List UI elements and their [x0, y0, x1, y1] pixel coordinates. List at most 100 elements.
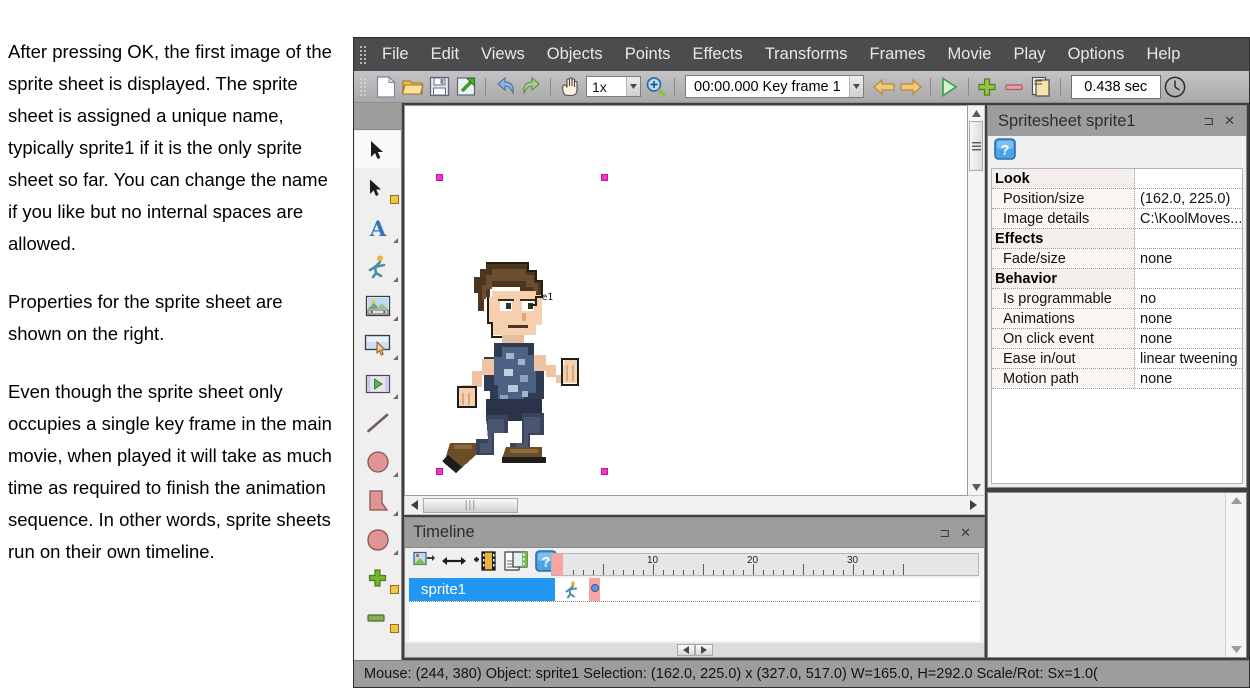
timeline-horizontal-scrollbar[interactable]: [405, 643, 984, 657]
new-document-icon[interactable]: [373, 74, 398, 99]
property-row-on-click-event[interactable]: On click event none: [992, 329, 1242, 349]
menu-objects[interactable]: Objects: [536, 43, 614, 66]
scroll-up-icon[interactable]: [1226, 493, 1246, 508]
scroll-left-icon[interactable]: [405, 500, 423, 510]
menu-points[interactable]: Points: [614, 43, 682, 66]
zoom-in-icon[interactable]: [643, 74, 668, 99]
vertical-scroll-track[interactable]: [968, 171, 984, 480]
ellipse-tool[interactable]: [354, 442, 401, 481]
redo-icon[interactable]: [519, 74, 544, 99]
property-value[interactable]: C:\KoolMoves...: [1135, 209, 1242, 228]
property-row-ease-in-out[interactable]: Ease in/out linear tweening: [992, 349, 1242, 369]
selection-handle-top-left[interactable]: [436, 174, 443, 181]
properties-close-button[interactable]: ✕: [1219, 113, 1240, 129]
timeline-ruler[interactable]: 10 20 30: [551, 553, 979, 576]
timeline-scroll-right-icon[interactable]: [694, 644, 713, 656]
properties-grid[interactable]: Look Position/size (162.0, 225.0) Image …: [991, 168, 1243, 484]
property-row-position-size[interactable]: Position/size (162.0, 225.0): [992, 189, 1242, 209]
timeline-layer-name[interactable]: sprite1: [409, 578, 555, 601]
subselect-arrow-tool[interactable]: [354, 169, 401, 208]
resize-arrows-icon[interactable]: [442, 554, 466, 573]
help-icon[interactable]: ?: [994, 137, 1016, 165]
scroll-right-icon[interactable]: [962, 500, 984, 510]
zoom-level-combobox[interactable]: 1x: [586, 76, 641, 97]
timeline-empty-area[interactable]: [409, 602, 980, 641]
menu-help[interactable]: Help: [1135, 43, 1191, 66]
menu-movie[interactable]: Movie: [936, 43, 1002, 66]
selection-handle-top-right[interactable]: [601, 174, 608, 181]
timeline-scroll-left-icon[interactable]: [676, 644, 695, 656]
property-row-fade-size[interactable]: Fade/size none: [992, 249, 1242, 269]
pan-hand-icon[interactable]: [557, 74, 582, 99]
property-row-image-details[interactable]: Image details C:\KoolMoves...: [992, 209, 1242, 229]
stage-canvas[interactable]: sprite1: [404, 105, 968, 496]
figure-tool[interactable]: [354, 247, 401, 286]
previous-frame-icon[interactable]: [872, 74, 897, 99]
export-icon[interactable]: [454, 74, 479, 99]
movieclip-tool[interactable]: [354, 364, 401, 403]
menu-transforms[interactable]: Transforms: [754, 43, 859, 66]
canvas-vertical-scrollbar[interactable]: [968, 105, 985, 496]
blob-tool[interactable]: [354, 520, 401, 559]
table-row[interactable]: sprite1: [409, 578, 980, 602]
secondary-panel-scrollbar[interactable]: [1225, 493, 1246, 657]
property-row-motion-path[interactable]: Motion path none: [992, 369, 1242, 389]
polygon-tool[interactable]: [354, 481, 401, 520]
open-folder-icon[interactable]: [400, 74, 425, 99]
property-value[interactable]: none: [1135, 369, 1242, 388]
property-value[interactable]: linear tweening: [1135, 349, 1242, 368]
menu-effects[interactable]: Effects: [682, 43, 754, 66]
add-point-tool[interactable]: [354, 559, 401, 598]
select-arrow-tool[interactable]: [354, 130, 401, 169]
chevron-down-icon[interactable]: [626, 77, 640, 96]
duplicate-frame-icon[interactable]: [504, 550, 528, 576]
sprite-character-image[interactable]: [436, 247, 618, 482]
text-tool[interactable]: A: [354, 208, 401, 247]
property-value[interactable]: (162.0, 225.0): [1135, 189, 1242, 208]
timeline-frames-track[interactable]: [589, 578, 980, 601]
scroll-up-icon[interactable]: [968, 106, 984, 121]
timeline-pin-button[interactable]: ⊐: [934, 525, 955, 541]
menu-file[interactable]: File: [371, 43, 420, 66]
undo-icon[interactable]: [492, 74, 517, 99]
canvas-horizontal-scrollbar[interactable]: |||: [404, 496, 985, 515]
chevron-down-icon[interactable]: [848, 76, 863, 97]
property-value[interactable]: no: [1135, 289, 1242, 308]
property-row-is-programmable[interactable]: Is programmable no: [992, 289, 1242, 309]
menu-views[interactable]: Views: [470, 43, 536, 66]
scroll-down-icon[interactable]: [968, 480, 984, 495]
property-row-animations[interactable]: Animations none: [992, 309, 1242, 329]
play-icon[interactable]: [937, 74, 962, 99]
toolbar-grip-handle[interactable]: [358, 75, 366, 98]
image-tool[interactable]: [354, 286, 401, 325]
timeline-close-button[interactable]: ✕: [955, 525, 976, 541]
menu-frames[interactable]: Frames: [859, 43, 937, 66]
remove-segment-tool[interactable]: [354, 598, 401, 637]
remove-frame-icon[interactable]: [1002, 74, 1027, 99]
properties-pin-button[interactable]: ⊐: [1198, 113, 1219, 129]
horizontal-scroll-thumb[interactable]: |||: [423, 497, 518, 513]
secondary-scroll-track[interactable]: [1226, 508, 1246, 642]
property-value[interactable]: none: [1135, 309, 1242, 328]
menu-play[interactable]: Play: [1002, 43, 1056, 66]
save-icon[interactable]: [427, 74, 452, 99]
timeline-playhead[interactable]: [552, 554, 563, 575]
menu-edit[interactable]: Edit: [420, 43, 470, 66]
menubar-grip-handle[interactable]: [358, 43, 366, 66]
add-frame-icon[interactable]: [975, 74, 1000, 99]
clock-icon[interactable]: [1163, 74, 1188, 99]
button-tool[interactable]: [354, 325, 401, 364]
vertical-scroll-thumb[interactable]: [969, 121, 983, 171]
copy-frame-icon[interactable]: [1029, 74, 1054, 99]
frame-duration-field[interactable]: 0.438 sec: [1070, 74, 1161, 99]
property-value[interactable]: none: [1135, 249, 1242, 268]
secondary-panel-content[interactable]: [988, 493, 1225, 657]
next-frame-icon[interactable]: [899, 74, 924, 99]
line-tool[interactable]: [354, 403, 401, 442]
property-value[interactable]: none: [1135, 329, 1242, 348]
timecode-combobox[interactable]: 00:00.000 Key frame 1: [685, 75, 864, 98]
add-frame-icon[interactable]: [473, 550, 497, 576]
menu-options[interactable]: Options: [1057, 43, 1136, 66]
keyframe-marker[interactable]: [591, 584, 599, 592]
scroll-down-icon[interactable]: [1226, 642, 1246, 657]
